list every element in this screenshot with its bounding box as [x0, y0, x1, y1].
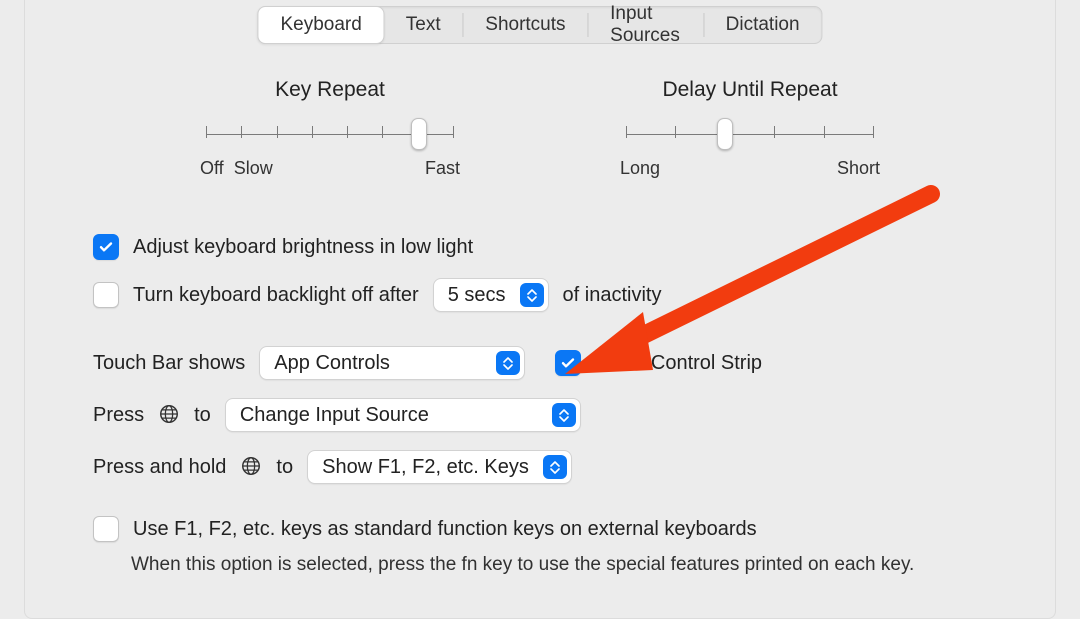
backlight-off-checkbox[interactable]	[93, 282, 119, 308]
press-globe-prefix: Press	[93, 404, 144, 427]
delay-until-repeat-title: Delay Until Repeat	[620, 78, 880, 102]
backlight-timeout-value: 5 secs	[448, 284, 520, 307]
tab-input-sources[interactable]: Input Sources	[588, 7, 703, 43]
sliders-row: Key Repeat Off Slow Fast Delay Until Rep…	[25, 78, 1055, 179]
show-control-strip-label: Show Control Strip	[595, 352, 762, 375]
keyboard-preferences-panel: Keyboard Text Shortcuts Input Sources Di…	[24, 0, 1056, 619]
keyboard-options: Adjust keyboard brightness in low light …	[93, 234, 987, 578]
show-control-strip-checkbox[interactable]	[555, 350, 581, 376]
tab-keyboard[interactable]: Keyboard	[257, 6, 384, 44]
tab-keyboard-label: Keyboard	[280, 14, 361, 36]
stepper-icon	[552, 403, 576, 427]
stepper-icon	[496, 351, 520, 375]
fn-keys-note: When this option is selected, press the …	[131, 552, 987, 578]
delay-until-repeat-slider[interactable]	[626, 122, 874, 146]
globe-icon	[240, 455, 262, 479]
touch-bar-shows-label: Touch Bar shows	[93, 352, 245, 375]
prefs-tabs: Keyboard Text Shortcuts Input Sources Di…	[257, 6, 822, 44]
tab-dictation-label: Dictation	[726, 14, 800, 36]
fn-keys-checkbox[interactable]	[93, 516, 119, 542]
adjust-brightness-label: Adjust keyboard brightness in low light	[133, 236, 473, 259]
press-hold-globe-prefix: Press and hold	[93, 456, 226, 479]
press-globe-value: Change Input Source	[240, 404, 552, 427]
tab-shortcuts[interactable]: Shortcuts	[463, 7, 587, 43]
key-repeat-label-fast: Fast	[425, 158, 460, 179]
delay-until-repeat-knob[interactable]	[717, 118, 733, 150]
key-repeat-label-off-slow: Off Slow	[200, 158, 273, 179]
key-repeat-title: Key Repeat	[200, 78, 460, 102]
press-hold-globe-value: Show F1, F2, etc. Keys	[322, 456, 543, 479]
key-repeat-slider[interactable]	[206, 122, 454, 146]
key-repeat-slider-group: Key Repeat Off Slow Fast	[200, 78, 460, 179]
stepper-icon	[520, 283, 544, 307]
press-globe-select[interactable]: Change Input Source	[225, 398, 581, 432]
backlight-off-prefix: Turn keyboard backlight off after	[133, 284, 419, 307]
fn-keys-label: Use F1, F2, etc. keys as standard functi…	[133, 518, 757, 541]
touch-bar-shows-value: App Controls	[274, 352, 496, 375]
press-hold-globe-select[interactable]: Show F1, F2, etc. Keys	[307, 450, 572, 484]
press-globe-to: to	[194, 404, 211, 427]
backlight-off-suffix: of inactivity	[563, 284, 662, 307]
adjust-brightness-checkbox[interactable]	[93, 234, 119, 260]
key-repeat-knob[interactable]	[411, 118, 427, 150]
tab-input-sources-label: Input Sources	[610, 3, 681, 47]
delay-label-short: Short	[837, 158, 880, 179]
touch-bar-shows-select[interactable]: App Controls	[259, 346, 525, 380]
tab-dictation[interactable]: Dictation	[704, 7, 822, 43]
tab-text-label: Text	[406, 14, 441, 36]
stepper-icon	[543, 455, 567, 479]
delay-label-long: Long	[620, 158, 660, 179]
press-hold-globe-to: to	[276, 456, 293, 479]
globe-icon	[158, 403, 180, 427]
backlight-timeout-select[interactable]: 5 secs	[433, 278, 549, 312]
delay-until-repeat-slider-group: Delay Until Repeat Long Short	[620, 78, 880, 179]
tab-text[interactable]: Text	[384, 7, 463, 43]
tab-shortcuts-label: Shortcuts	[485, 14, 565, 36]
